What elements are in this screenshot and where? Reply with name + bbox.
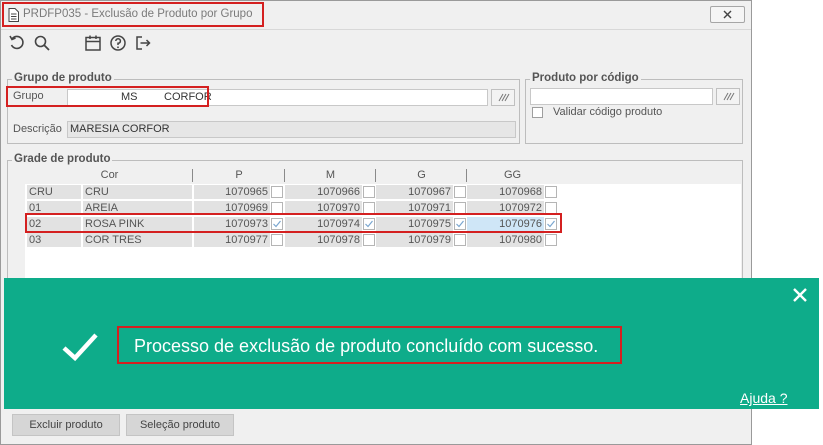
size-p-checkbox[interactable] [271, 186, 283, 198]
size-g-checkbox[interactable] [454, 202, 466, 214]
size-m-cell[interactable]: 1070966 [285, 185, 362, 199]
grade-row[interactable]: 03 COR TRES 1070977 1070978 1070979 1070980 [27, 232, 562, 248]
toast-message: Processo de exclusão de produto concluíd… [134, 336, 599, 356]
column-separator [192, 169, 193, 182]
check-icon [547, 220, 555, 228]
lookup-icon [498, 93, 510, 102]
size-g-checkbox[interactable] [454, 234, 466, 246]
column-separator [466, 169, 467, 182]
window-title: PRDFP035 - Exclusão de Produto por Grupo [23, 8, 253, 20]
size-m-checkbox[interactable] [363, 202, 375, 214]
size-gg-checkbox[interactable] [545, 202, 557, 214]
cor-code-cell[interactable]: 02 [27, 217, 81, 231]
document-icon [8, 8, 19, 22]
grupo-lookup-button[interactable] [491, 89, 515, 106]
size-g-cell[interactable]: 1070975 [376, 217, 453, 231]
grade-row[interactable]: 01 AREIA 1070969 1070970 1070971 1070972 [27, 200, 562, 216]
size-gg-cell[interactable]: 1070976 [467, 217, 544, 231]
check-icon [365, 220, 373, 228]
size-gg-cell[interactable]: 1070968 [467, 185, 544, 199]
size-m-cell[interactable]: 1070978 [285, 233, 362, 247]
column-separator [375, 169, 376, 182]
cor-code-cell[interactable]: 03 [27, 233, 81, 247]
size-gg-cell[interactable]: 1070972 [467, 201, 544, 215]
close-icon [723, 10, 732, 19]
grupo-field[interactable]: MS CORFOR [67, 89, 488, 106]
column-header-g: G [417, 169, 426, 181]
size-m-cell[interactable]: 1070970 [285, 201, 362, 215]
search-icon[interactable] [33, 34, 51, 52]
column-header-cor: Cor [100, 169, 119, 181]
help-icon[interactable] [109, 34, 127, 52]
validar-codigo-label: Validar código produto [553, 106, 663, 118]
size-gg-checkbox[interactable] [545, 218, 557, 230]
exit-icon[interactable] [134, 34, 152, 52]
checkmark-icon [62, 333, 98, 362]
size-m-checkbox[interactable] [363, 218, 375, 230]
size-p-cell[interactable]: 1070977 [194, 233, 270, 247]
produto-codigo-input[interactable] [530, 88, 713, 105]
size-g-checkbox[interactable] [454, 218, 466, 230]
size-g-cell[interactable]: 1070979 [376, 233, 453, 247]
cor-name-cell[interactable]: AREIA [83, 201, 192, 215]
size-p-cell[interactable]: 1070965 [194, 185, 270, 199]
validar-codigo-checkbox[interactable] [532, 107, 543, 118]
column-separator [284, 169, 285, 182]
grade-row[interactable]: CRU CRU 1070965 1070966 1070967 1070968 [27, 184, 562, 200]
size-gg-cell[interactable]: 1070980 [467, 233, 544, 247]
grupo-label: Grupo [13, 90, 44, 102]
produto-codigo-legend: Produto por código [530, 72, 641, 84]
undo-icon[interactable] [8, 34, 26, 52]
grupo-produto-legend: Grupo de produto [12, 72, 114, 84]
descricao-field: MARESIA CORFOR [67, 121, 516, 138]
selecao-produto-button[interactable]: Seleção produto [126, 414, 234, 436]
size-p-checkbox[interactable] [271, 202, 283, 214]
size-m-checkbox[interactable] [363, 186, 375, 198]
lookup-icon [723, 92, 735, 101]
size-m-cell[interactable]: 1070974 [285, 217, 362, 231]
cor-code-cell[interactable]: 01 [27, 201, 81, 215]
size-g-cell[interactable]: 1070967 [376, 185, 453, 199]
size-g-cell[interactable]: 1070971 [376, 201, 453, 215]
size-p-cell[interactable]: 1070969 [194, 201, 270, 215]
size-g-checkbox[interactable] [454, 186, 466, 198]
toast-help-link[interactable]: Ajuda ? [740, 390, 787, 406]
title-bar: PRDFP035 - Exclusão de Produto por Grupo [1, 1, 751, 30]
size-p-checkbox[interactable] [271, 218, 283, 230]
cor-name-cell[interactable]: CRU [83, 185, 192, 199]
size-m-checkbox[interactable] [363, 234, 375, 246]
column-header-m: M [325, 169, 336, 181]
cor-code-cell[interactable]: CRU [27, 185, 81, 199]
descricao-label: Descrição [13, 123, 62, 135]
grade-row[interactable]: 02 ROSA PINK 1070973 1070974 1070975 1070976 [27, 216, 562, 232]
size-p-checkbox[interactable] [271, 234, 283, 246]
size-p-cell[interactable]: 1070973 [194, 217, 270, 231]
grupo-name-value: CORFOR [164, 91, 212, 103]
calendar-icon[interactable] [84, 34, 102, 52]
cor-name-cell[interactable]: COR TRES [83, 233, 192, 247]
check-icon [273, 220, 281, 228]
cor-name-cell[interactable]: ROSA PINK [83, 217, 192, 231]
size-gg-checkbox[interactable] [545, 186, 557, 198]
excluir-produto-button[interactable]: Excluir produto [12, 414, 120, 436]
produto-lookup-button[interactable] [716, 88, 740, 105]
size-gg-checkbox[interactable] [545, 234, 557, 246]
grupo-code-value: MS [121, 91, 138, 103]
column-header-p: P [235, 169, 243, 181]
column-header-gg: GG [503, 169, 522, 181]
check-icon [456, 220, 464, 228]
close-icon[interactable] [789, 284, 811, 306]
window-close-button[interactable] [710, 6, 745, 23]
grade-produto-legend: Grade de produto [12, 153, 113, 165]
